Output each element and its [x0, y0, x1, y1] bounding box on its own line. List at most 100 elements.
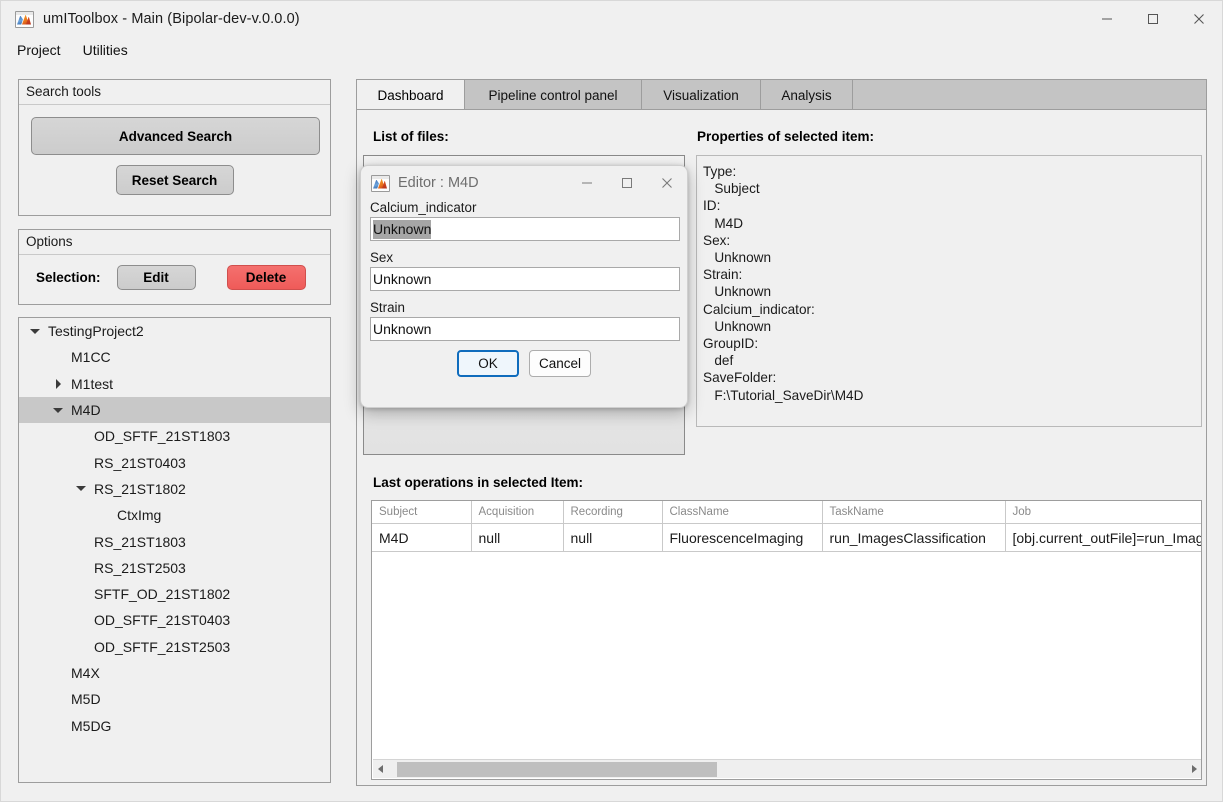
property-line: M4D — [703, 215, 744, 231]
field-input[interactable]: Unknown — [370, 267, 680, 291]
tree-item[interactable]: M1test — [19, 371, 330, 397]
field-value: Unknown — [373, 321, 432, 337]
tree-item-label: SFTF_OD_21ST1802 — [94, 586, 231, 603]
chevron-down-icon[interactable] — [51, 407, 65, 413]
tree-item-label: M4D — [71, 402, 101, 419]
editor-window-controls — [567, 166, 687, 200]
tree-item-label: OD_SFTF_21ST1803 — [94, 428, 231, 445]
chevron-down-icon[interactable] — [74, 486, 88, 492]
tree-item[interactable]: M1CC — [19, 344, 330, 370]
table-cell[interactable]: FluorescenceImaging — [662, 523, 823, 552]
menubar: Project Utilities — [1, 37, 1222, 63]
table-cell[interactable]: null — [563, 523, 663, 552]
tree-item-label: CtxImg — [117, 507, 162, 524]
minimize-button[interactable] — [1084, 1, 1130, 37]
tree-item[interactable]: OD_SFTF_21ST1803 — [19, 423, 330, 449]
editor-title: Editor : M4D — [398, 175, 479, 191]
menu-utilities[interactable]: Utilities — [75, 40, 136, 60]
tree-item[interactable]: OD_SFTF_21ST0403 — [19, 607, 330, 633]
column-header[interactable]: Job — [1005, 501, 1201, 524]
editor-dialog: Editor : M4D Calcium_indicator Unknown Sex… — [360, 165, 688, 408]
field-label: Sex — [370, 250, 394, 265]
left-column: Search tools Advanced Search Reset Searc… — [18, 79, 331, 783]
operations-table[interactable]: Subject Acquisition Recording ClassName Task… — [371, 500, 1202, 780]
tree-item[interactable]: RS_21ST2503 — [19, 555, 330, 581]
window-title: umIToolbox - Main (Bipolar-dev-v.0.0.0) — [43, 11, 300, 27]
tree-item-label: RS_21ST2503 — [94, 559, 186, 576]
editor-body: Calcium_indicator Unknown Sex Unknown Strain… — [361, 200, 687, 377]
field-input[interactable]: Unknown — [370, 217, 680, 241]
scrollbar-track[interactable] — [388, 760, 1187, 779]
matlab-icon — [371, 174, 390, 192]
search-tools-panel: Search tools Advanced Search Reset Searc… — [18, 79, 331, 216]
tree-item[interactable]: M5DG — [19, 712, 330, 738]
table-cell[interactable]: [obj.current_outFile]=run_Imag — [1005, 523, 1201, 552]
field-input[interactable]: Unknown — [370, 317, 680, 341]
column-header[interactable]: Subject — [372, 501, 472, 524]
matlab-icon — [15, 10, 34, 28]
edit-button[interactable]: Edit — [116, 265, 196, 290]
tree-item-label: TestingProject2 — [48, 323, 144, 340]
property-line: Subject — [703, 181, 760, 197]
editor-close-button[interactable] — [647, 166, 687, 200]
cancel-button[interactable]: Cancel — [529, 350, 591, 377]
tree-item[interactable]: M4X — [19, 660, 330, 686]
tree-item[interactable]: RS_21ST1803 — [19, 528, 330, 554]
tree-item-label: RS_21ST1803 — [94, 533, 186, 550]
tree-item-label: RS_21ST0403 — [94, 454, 186, 471]
tab-dashboard[interactable]: Dashboard — [357, 80, 465, 110]
editor-minimize-button[interactable] — [567, 166, 607, 200]
tab-visualization[interactable]: Visualization — [642, 80, 761, 110]
table-row[interactable]: M4D null null FluorescenceImaging run_Images… — [372, 523, 1201, 552]
scroll-right-arrow-icon[interactable] — [1187, 760, 1201, 779]
column-header[interactable]: Recording — [563, 501, 663, 524]
property-line: F:\Tutorial_SaveDir\M4D — [703, 387, 864, 403]
chevron-right-icon[interactable] — [51, 378, 65, 389]
main-window: umIToolbox - Main (Bipolar-dev-v.0.0.0) … — [0, 0, 1223, 802]
tree-item[interactable]: M5D — [19, 686, 330, 712]
tab-label: Dashboard — [377, 87, 444, 103]
column-header[interactable]: TaskName — [822, 501, 1006, 524]
field-value: Unknown — [373, 219, 432, 239]
chevron-down-icon[interactable] — [28, 328, 42, 334]
column-header[interactable]: Acquisition — [471, 501, 564, 524]
editor-maximize-button[interactable] — [607, 166, 647, 200]
tree-item[interactable]: RS_21ST1802 — [19, 476, 330, 502]
editor-field-group: Calcium_indicator Unknown — [370, 200, 680, 241]
tab-label: Pipeline control panel — [488, 87, 618, 103]
column-header[interactable]: ClassName — [662, 501, 823, 524]
project-tree[interactable]: TestingProject2 M1CC M1test M4D OD_SFTF_21ST… — [18, 317, 331, 783]
tab-analysis[interactable]: Analysis — [761, 80, 853, 110]
tree-item[interactable]: RS_21ST0403 — [19, 449, 330, 475]
advanced-search-button[interactable]: Advanced Search — [31, 117, 320, 155]
tree-item-label: M1test — [71, 375, 114, 392]
maximize-button[interactable] — [1130, 1, 1176, 37]
property-line: Calcium_indicator: — [703, 301, 815, 317]
tree-item-label: RS_21ST1802 — [94, 480, 186, 497]
horizontal-scrollbar[interactable] — [373, 759, 1201, 779]
table-cell[interactable]: run_ImagesClassification — [822, 523, 1006, 552]
tree-item[interactable]: M4D — [19, 396, 330, 424]
menu-project[interactable]: Project — [9, 40, 69, 60]
tree-item[interactable]: OD_SFTF_21ST2503 — [19, 634, 330, 660]
close-button[interactable] — [1176, 1, 1222, 37]
property-line: Unknown — [703, 250, 772, 266]
reset-search-button[interactable]: Reset Search — [115, 165, 234, 195]
editor-field-group: Sex Unknown — [370, 250, 680, 291]
tree-item-label: OD_SFTF_21ST0403 — [94, 612, 231, 629]
tree-item[interactable]: SFTF_OD_21ST1802 — [19, 581, 330, 607]
scroll-left-arrow-icon[interactable] — [373, 760, 388, 779]
ok-button[interactable]: OK — [457, 350, 519, 377]
tree-item[interactable]: TestingProject2 — [19, 318, 330, 344]
list-of-files-label: List of files: — [373, 129, 449, 144]
window-titlebar: umIToolbox - Main (Bipolar-dev-v.0.0.0) — [1, 1, 1222, 37]
delete-button[interactable]: Delete — [226, 265, 306, 290]
tree-item-label: M4X — [71, 665, 100, 681]
table-cell[interactable]: M4D — [372, 523, 472, 552]
options-title: Options — [19, 230, 330, 255]
field-label: Calcium_indicator — [370, 200, 477, 215]
tab-pipeline-control-panel[interactable]: Pipeline control panel — [465, 80, 642, 110]
tree-item[interactable]: CtxImg — [19, 502, 330, 528]
table-cell[interactable]: null — [471, 523, 564, 552]
scrollbar-thumb[interactable] — [397, 761, 717, 777]
